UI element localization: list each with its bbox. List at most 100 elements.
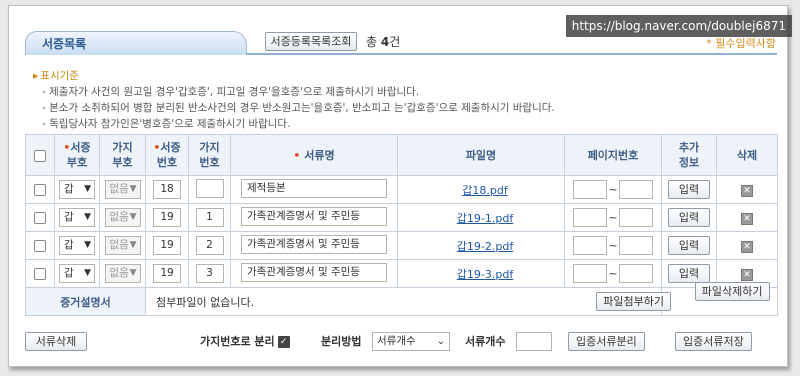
split-evidence-button[interactable]: 입증서류분리 <box>568 332 645 351</box>
evidence-description-actions: 파일첨부하기 파일삭제하기 <box>596 282 778 316</box>
page-end-input[interactable] <box>619 208 653 227</box>
chevron-down-icon: ▼ <box>129 184 137 194</box>
extra-info-input-button[interactable]: 입력 <box>668 264 710 283</box>
save-evidence-button[interactable]: 입증서류저장 <box>675 332 752 351</box>
branch-code-select[interactable]: 없음 ▼ <box>104 236 141 255</box>
page-start-input[interactable] <box>573 208 607 227</box>
evidence-no-input[interactable]: 19 <box>153 208 181 227</box>
file-link[interactable]: 갑19-3.pdf <box>453 268 513 281</box>
evidence-no-input[interactable]: 19 <box>153 236 181 255</box>
chevron-down-icon: ▼ <box>84 240 91 250</box>
page-start-input[interactable] <box>573 180 607 199</box>
branch-code-select[interactable]: 없음 ▼ <box>104 180 141 199</box>
split-method-label: 분리방법 <box>321 335 362 348</box>
delete-icon[interactable]: ✕ <box>741 240 753 253</box>
evidence-code-select[interactable]: 갑 ▼ <box>59 208 95 227</box>
page-start-input[interactable] <box>573 236 607 255</box>
total-number: 4 <box>380 35 390 49</box>
split-method-select[interactable]: 서류개수 ⌄ <box>372 332 450 351</box>
extra-info-input-button[interactable]: 입력 <box>668 236 710 255</box>
doc-name-input[interactable]: 제적등본 <box>241 178 387 198</box>
select-all-checkbox[interactable] <box>34 149 46 162</box>
extra-info-input-button[interactable]: 입력 <box>668 180 710 199</box>
criteria-title: 표시기준 <box>40 70 79 82</box>
total-label: 총 <box>366 35 378 49</box>
total-unit: 건 <box>389 35 401 49</box>
evidence-code-select[interactable]: 갑 ▼ <box>59 180 95 199</box>
page-end-input[interactable] <box>619 264 653 283</box>
page-range-dash: ~ <box>608 267 618 280</box>
evidence-no-input[interactable]: 19 <box>153 264 181 283</box>
evidence-code-select[interactable]: 갑 ▼ <box>59 264 95 283</box>
chevron-down-icon: ▼ <box>84 268 91 278</box>
chevron-down-icon: ▼ <box>84 212 91 222</box>
evidence-list-lookup-button[interactable]: 서증등록목록조회 <box>265 32 357 51</box>
header-evidence-no: •서증 번호 <box>145 134 189 176</box>
evidence-table: •서증 부호 가지 부호 •서증 번호 가지 번호 • 서류명 파일명 페이지번호 추가… <box>25 134 778 316</box>
branch-no-input[interactable]: 3 <box>195 264 224 283</box>
doc-name-input[interactable]: 가족관계증명서 및 주민등 <box>241 206 387 226</box>
table-header-row: •서증 부호 가지 부호 •서증 번호 가지 번호 • 서류명 파일명 페이지번호 추가… <box>25 134 778 176</box>
select-all-cell <box>25 134 55 176</box>
page-start-input[interactable] <box>573 264 607 283</box>
bottom-toolbar: 서류삭제 가지번호로 분리 ✓ 분리방법 서류개수 ⌄ 서류개수 입증서류분리 입증… <box>25 332 777 352</box>
file-link[interactable]: 갑19-2.pdf <box>453 240 513 253</box>
tab-evidence-list[interactable]: 서증목록 <box>25 31 247 55</box>
doc-name-input[interactable]: 가족관계증명서 및 주민등 <box>241 234 387 254</box>
chevron-down-icon: ▼ <box>84 184 91 194</box>
criteria-line: - 독립당사자 참가인은'병호증'으로 제출하시기 바랍니다. <box>42 118 291 130</box>
header-evidence-code: •서증 부호 <box>54 134 100 176</box>
row-checkbox[interactable] <box>34 240 46 252</box>
branch-no-input[interactable]: 2 <box>195 236 224 255</box>
branch-no-input[interactable]: 1 <box>195 208 224 227</box>
total-count: 총 4건 <box>366 33 400 50</box>
chevron-down-icon: ▼ <box>129 212 137 222</box>
branch-split-checkbox[interactable]: ✓ <box>277 336 290 348</box>
header-doc-name: • 서류명 <box>230 134 398 176</box>
evidence-description-row: 증거설명서 첨부파일이 없습니다. 파일첨부하기 파일삭제하기 <box>25 282 778 316</box>
branch-code-select[interactable]: 없음 ▼ <box>104 264 141 283</box>
page-end-input[interactable] <box>619 236 653 255</box>
branch-no-input[interactable] <box>195 178 224 198</box>
delete-icon[interactable]: ✕ <box>741 212 753 225</box>
delete-documents-button[interactable]: 서류삭제 <box>25 332 87 351</box>
table-row: 갑 ▼ 없음 ▼ 19 3 가족관계증명서 및 주민등 갑19-3.pdf ~ 입력… <box>25 259 778 288</box>
header-file-name: 파일명 <box>397 134 565 176</box>
header-branch-code: 가지 부호 <box>99 134 146 176</box>
branch-split-label: 가지번호로 분리 <box>200 335 275 348</box>
page-range-dash: ~ <box>608 239 618 252</box>
chevron-down-icon: ▼ <box>129 268 137 278</box>
evidence-description-status: 첨부파일이 없습니다. <box>145 287 662 316</box>
table-row: 갑 ▼ 없음 ▼ 19 2 가족관계증명서 및 주민등 갑19-2.pdf ~ 입력… <box>25 231 778 260</box>
doc-count-input[interactable] <box>516 332 552 351</box>
header-branch-no: 가지 번호 <box>188 134 231 176</box>
header-page-no: 페이지번호 <box>564 134 662 176</box>
evidence-description-label: 증거설명서 <box>25 287 146 316</box>
delete-file-button[interactable]: 파일삭제하기 <box>694 282 770 301</box>
page-range-dash: ~ <box>608 211 618 224</box>
extra-info-input-button[interactable]: 입력 <box>668 208 710 227</box>
criteria-line: - 본소가 소취하되어 병합 분리된 반소사건의 경우 반소원고는'을호증', … <box>42 102 555 114</box>
evidence-code-select[interactable]: 갑 ▼ <box>59 236 95 255</box>
page-end-input[interactable] <box>619 180 653 199</box>
evidence-no-input[interactable]: 18 <box>153 180 181 199</box>
row-checkbox[interactable] <box>34 184 46 196</box>
branch-split-option[interactable]: 가지번호로 분리 ✓ <box>200 333 290 349</box>
chevron-down-icon: ▼ <box>129 240 137 250</box>
attach-file-button[interactable]: 파일첨부하기 <box>596 292 671 311</box>
file-link[interactable]: 갑18.pdf <box>458 184 507 197</box>
page-range-dash: ~ <box>608 183 618 196</box>
delete-icon[interactable]: ✕ <box>741 184 753 197</box>
file-link[interactable]: 갑19-1.pdf <box>453 212 513 225</box>
doc-count-label: 서류개수 <box>465 335 506 348</box>
branch-code-select[interactable]: 없음 ▼ <box>104 208 141 227</box>
row-checkbox[interactable] <box>34 212 46 224</box>
delete-icon[interactable]: ✕ <box>741 268 753 281</box>
criteria-heading: ▸ 표시기준 <box>33 68 555 84</box>
display-criteria: ▸ 표시기준 - 제출자가 사건의 원고일 경우'갑호증', 피고일 경우'을호증… <box>33 68 555 132</box>
table-row: 갑 ▼ 없음 ▼ 18 제적등본 갑18.pdf ~ 입력 ✕ <box>25 175 778 204</box>
doc-name-input[interactable]: 가족관계증명서 및 주민등 <box>241 262 387 282</box>
row-checkbox[interactable] <box>34 268 46 280</box>
required-note: * 필수입력사항 <box>706 37 776 50</box>
header-extra-info: 추가 정보 <box>661 134 717 176</box>
